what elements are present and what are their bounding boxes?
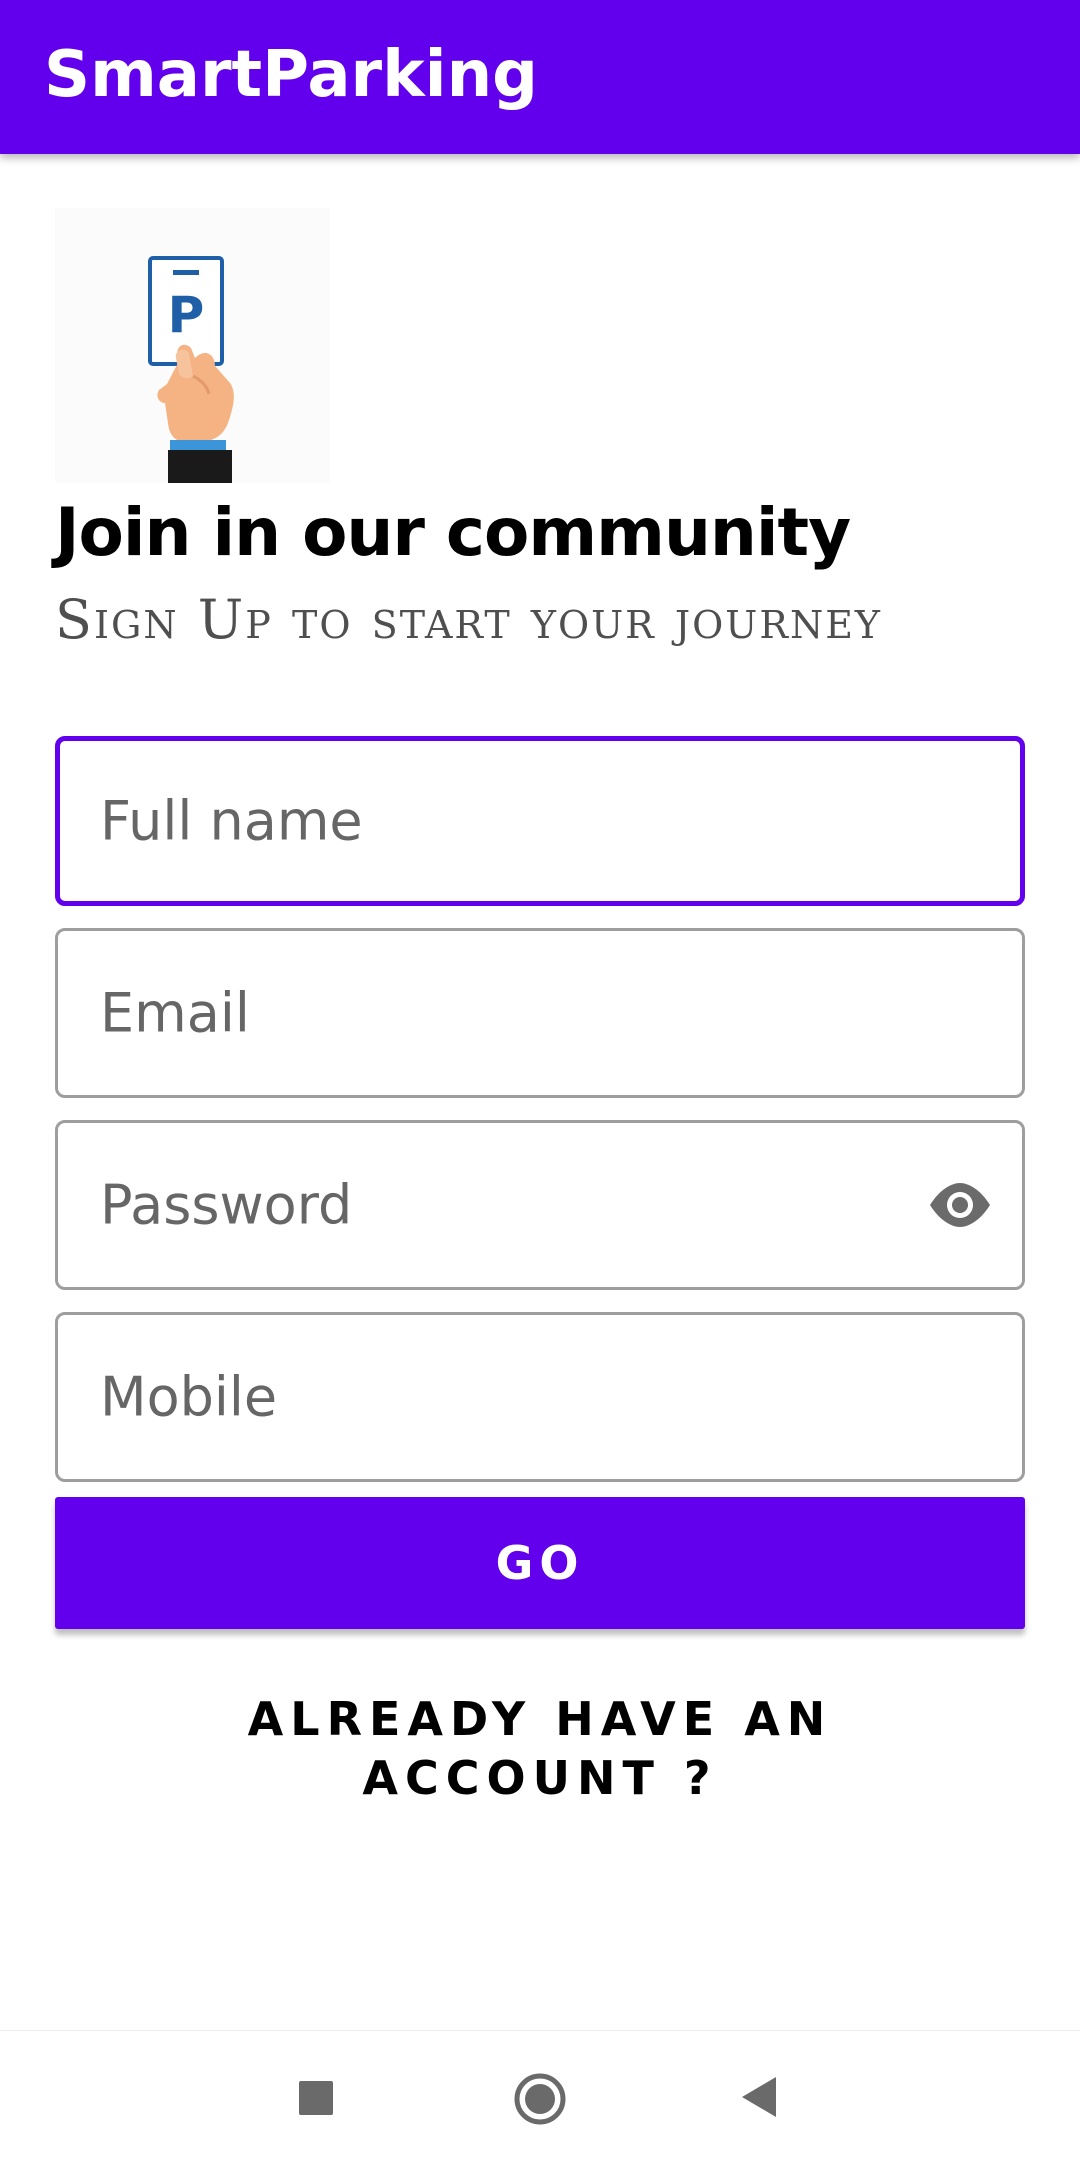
email-placeholder: Email <box>100 981 250 1045</box>
page-subtitle: Sign Up to start your journey <box>55 588 883 651</box>
already-have-account-link[interactable]: ALREADY HAVE AN ACCOUNT ? <box>240 1690 840 1808</box>
email-field[interactable]: Email <box>55 928 1025 1098</box>
app-title: SmartParking <box>44 38 538 112</box>
parking-card-hand-icon: P <box>55 208 330 483</box>
go-button[interactable]: GO <box>55 1497 1025 1629</box>
eye-icon[interactable] <box>928 1181 992 1229</box>
back-triangle-icon[interactable] <box>742 2077 778 2122</box>
go-button-label: GO <box>495 1536 585 1590</box>
full-name-field[interactable]: Full name <box>55 736 1025 906</box>
password-field[interactable]: Password <box>55 1120 1025 1290</box>
logo-letter: P <box>168 286 205 344</box>
recent-apps-square-icon[interactable] <box>299 2081 333 2120</box>
full-name-placeholder: Full name <box>100 789 363 853</box>
app-bar: SmartParking <box>0 0 1080 154</box>
password-placeholder: Password <box>100 1173 353 1237</box>
home-circle-icon[interactable] <box>514 2073 566 2130</box>
mobile-placeholder: Mobile <box>100 1365 278 1429</box>
system-navigation-bar <box>0 2030 1080 2161</box>
mobile-field[interactable]: Mobile <box>55 1312 1025 1482</box>
page-title: Join in our community <box>55 494 851 571</box>
